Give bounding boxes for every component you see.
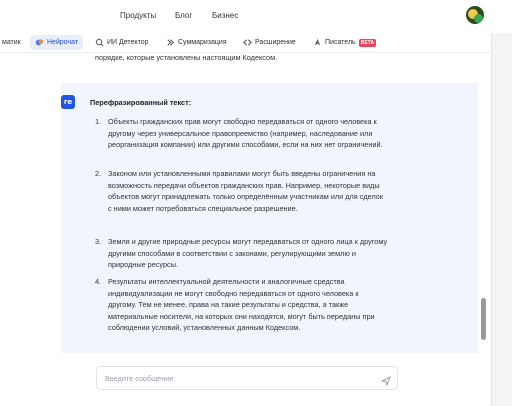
list-item-text: Результаты интеллектуальной деятельности… bbox=[108, 277, 375, 332]
tab-label: Расширение bbox=[255, 39, 296, 46]
list-item: 4. Результаты интеллектуальной деятельно… bbox=[95, 276, 471, 334]
chat-scrollbar-thumb[interactable] bbox=[481, 298, 486, 340]
previous-message-tail: порядке, которые установлены настоящим К… bbox=[95, 53, 278, 62]
nav-link-blog[interactable]: Блог bbox=[175, 11, 192, 20]
tab-label: Писатель bbox=[325, 39, 356, 46]
tab-extension[interactable]: Расширение bbox=[238, 35, 301, 50]
tab-summarize[interactable]: Суммаризация bbox=[161, 35, 232, 50]
list-item: 3. Земля и другие природные ресурсы могу… bbox=[95, 236, 471, 271]
tab-automatic[interactable]: матик bbox=[0, 35, 26, 50]
avatar[interactable] bbox=[466, 6, 484, 24]
list-item: 2. Законом или установленными правилами … bbox=[95, 168, 471, 214]
ai-detector-icon bbox=[95, 38, 104, 47]
message-composer bbox=[96, 366, 398, 390]
list-item-number: 4. bbox=[95, 277, 102, 286]
list-item-number: 1. bbox=[95, 117, 102, 126]
list-item-number: 2. bbox=[95, 169, 102, 178]
tab-writer[interactable]: Писатель BETA bbox=[308, 35, 381, 50]
list-item-text: Объекты гражданских прав могут свободно … bbox=[108, 117, 383, 149]
list-item-text: Законом или установленными правилами мог… bbox=[108, 169, 384, 213]
list-item: 1. Объекты гражданских прав могут свобод… bbox=[95, 116, 471, 151]
tab-neurochat[interactable]: Нейрочат bbox=[30, 35, 84, 50]
nav-link-business[interactable]: Бизнес bbox=[212, 11, 238, 20]
beta-badge: BETA bbox=[358, 38, 376, 47]
window-edge bbox=[491, 33, 512, 406]
tab-label: Нейрочат bbox=[47, 39, 79, 46]
summarize-icon bbox=[166, 38, 175, 47]
message-input[interactable] bbox=[105, 372, 375, 385]
list-item-number: 3. bbox=[95, 237, 102, 246]
send-icon[interactable] bbox=[380, 373, 391, 387]
tab-label: ИИ Детектор bbox=[107, 39, 149, 46]
tab-label: Суммаризация bbox=[178, 39, 227, 46]
tab-label: матик bbox=[2, 39, 21, 46]
extension-icon bbox=[243, 38, 252, 47]
writer-icon bbox=[313, 38, 322, 47]
answer-title: Перефразированный текст: bbox=[90, 98, 192, 107]
nav-link-products[interactable]: Продукты bbox=[120, 11, 156, 20]
tools-tabbar: матик Нейрочат ИИ Детектор Суммаризация … bbox=[0, 33, 512, 53]
list-item-text: Земля и другие природные ресурсы могут п… bbox=[108, 237, 388, 269]
assistant-logo: re bbox=[61, 95, 75, 109]
tab-ai-detector[interactable]: ИИ Детектор bbox=[90, 35, 153, 50]
top-nav: Продукты Блог Бизнес bbox=[0, 0, 512, 33]
neurochat-icon bbox=[35, 38, 44, 47]
